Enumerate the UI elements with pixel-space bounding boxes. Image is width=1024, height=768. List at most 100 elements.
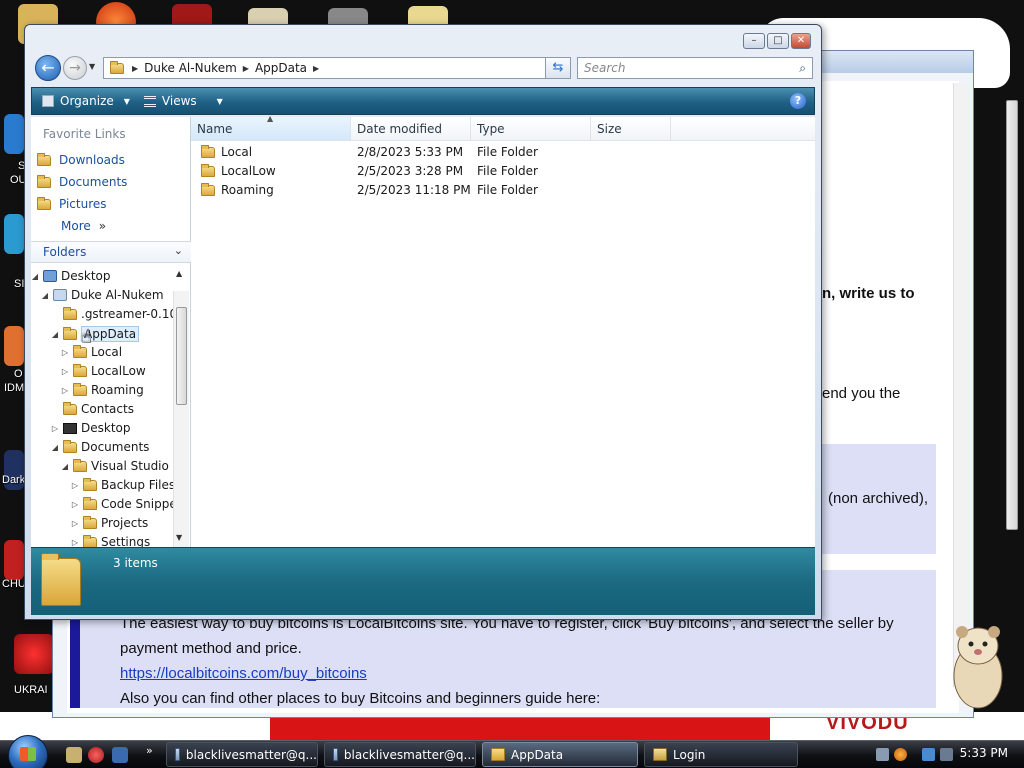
tray-network-icon[interactable]: [876, 748, 889, 761]
tree-desktop[interactable]: ◢ Desktop: [31, 269, 111, 283]
hamster-mascot-image: [953, 626, 1003, 709]
desktop-icon-s[interactable]: [4, 114, 24, 154]
collapsed-arrow-icon[interactable]: ▷: [61, 367, 69, 376]
expanded-arrow-icon[interactable]: ◢: [51, 443, 59, 452]
large-folder-icon: [41, 553, 81, 606]
desktop-icon-chu[interactable]: [4, 540, 24, 580]
key-icon: [653, 748, 667, 761]
file-name: Roaming: [221, 183, 274, 197]
desktop-icon-o[interactable]: [4, 326, 24, 366]
expanded-arrow-icon[interactable]: ◢: [41, 291, 49, 300]
column-header-size[interactable]: Size: [591, 117, 671, 141]
forward-button[interactable]: →: [63, 56, 87, 80]
maximize-button[interactable]: □: [767, 33, 789, 49]
tree-appdata[interactable]: ◢ AppData: [51, 326, 140, 342]
scroll-down-icon[interactable]: ▼: [176, 533, 182, 542]
file-date: 2/5/2023 3:28 PM: [357, 164, 464, 178]
collapsed-arrow-icon[interactable]: ▷: [71, 500, 79, 509]
file-row[interactable]: Local 2/8/2023 5:33 PM File Folder: [191, 143, 815, 162]
minimize-button[interactable]: –: [743, 33, 765, 49]
organize-button[interactable]: Organize ▼: [42, 94, 130, 108]
back-button[interactable]: ←: [35, 55, 61, 81]
taskbar-item-appdata[interactable]: AppData: [482, 742, 638, 767]
favorite-more[interactable]: More »: [61, 219, 106, 233]
folder-icon: [201, 145, 215, 158]
quicklaunch-icon-2[interactable]: [88, 747, 104, 763]
taskbar-item-mail-1[interactable]: blacklivesmatter@q...: [166, 742, 318, 767]
tree-code-snippets[interactable]: ▷ Code Snippe: [71, 496, 177, 511]
collapsed-arrow-icon[interactable]: ▷: [61, 386, 69, 395]
tree-contacts[interactable]: Contacts: [51, 401, 134, 416]
browser-scrollbar[interactable]: [953, 83, 969, 687]
tree-desktop-folder[interactable]: ▷ Desktop: [51, 421, 131, 435]
favorite-documents[interactable]: Documents: [37, 174, 127, 189]
refresh-button[interactable]: ⇆: [545, 57, 571, 79]
monitor-icon: [63, 422, 77, 434]
breadcrumb-separator-icon[interactable]: ▶: [132, 64, 138, 73]
tree-backup-files[interactable]: ▷ Backup Files: [71, 477, 175, 492]
breadcrumb-duke[interactable]: Duke Al-Nukem: [144, 61, 237, 75]
expanded-arrow-icon[interactable]: ◢: [51, 330, 59, 339]
collapsed-arrow-icon[interactable]: ▷: [61, 348, 69, 357]
column-header-name[interactable]: ▲ Name: [191, 114, 351, 141]
collapsed-arrow-icon[interactable]: ▷: [51, 424, 59, 433]
quicklaunch-icon-1[interactable]: [66, 747, 82, 763]
expanded-arrow-icon[interactable]: ◢: [61, 462, 69, 471]
task-label: blacklivesmatter@q...: [343, 747, 475, 762]
tree-gstreamer[interactable]: .gstreamer-0.10: [51, 306, 177, 321]
show-desktop-icon[interactable]: [112, 747, 128, 763]
address-bar[interactable]: ▶ Duke Al-Nukem ▶ AppData ▶ ▼: [103, 57, 567, 79]
explorer-window[interactable]: – □ ✕ ← → ▼ ▶ Duke Al-Nukem ▶ AppData ▶ …: [24, 24, 822, 620]
folder-icon: [110, 60, 124, 74]
arrow-left-icon: ←: [41, 58, 55, 77]
help-button[interactable]: ?: [790, 93, 806, 109]
collapse-chevron-icon[interactable]: ⌄: [174, 244, 183, 257]
file-row[interactable]: Roaming 2/5/2023 11:18 PM File Folder: [191, 181, 815, 200]
collapsed-arrow-icon[interactable]: ▷: [71, 538, 79, 547]
tree-label: LocalLow: [91, 364, 146, 378]
tray-search-icon[interactable]: [894, 748, 907, 761]
breadcrumb-separator-icon[interactable]: ▶: [313, 64, 319, 73]
favorite-label: Downloads: [59, 153, 125, 167]
collapsed-arrow-icon[interactable]: ▷: [71, 481, 79, 490]
taskbar-item-mail-2[interactable]: blacklivesmatter@q...: [324, 742, 476, 767]
tray-volume-icon[interactable]: [940, 748, 953, 761]
favorite-pictures[interactable]: Pictures: [37, 196, 107, 211]
close-button[interactable]: ✕: [791, 33, 811, 49]
desktop-icon-ukrai[interactable]: [14, 634, 54, 674]
column-header-date[interactable]: Date modified: [351, 117, 471, 141]
tree-roaming[interactable]: ▷ Roaming: [61, 382, 144, 397]
tree-scroll-thumb[interactable]: [176, 307, 187, 405]
tree-documents[interactable]: ◢ Documents: [51, 439, 149, 454]
file-row[interactable]: LocalLow 2/5/2023 3:28 PM File Folder: [191, 162, 815, 181]
search-icon[interactable]: ⌕: [799, 61, 806, 76]
tree-locallow[interactable]: ▷ LocalLow: [61, 363, 146, 378]
recent-pages-dropdown[interactable]: ▼: [89, 62, 95, 71]
tray-monitor-icon[interactable]: [922, 748, 935, 761]
favorite-downloads[interactable]: Downloads: [37, 152, 125, 167]
localbitcoins-link[interactable]: https://localbitcoins.com/buy_bitcoins: [120, 665, 367, 682]
breadcrumb-separator-icon[interactable]: ▶: [243, 64, 249, 73]
tree-local[interactable]: ▷ Local: [61, 344, 122, 359]
favorite-links-header: Favorite Links: [43, 127, 126, 141]
taskbar-item-login[interactable]: Login: [644, 742, 798, 767]
breadcrumb-appdata[interactable]: AppData: [255, 61, 307, 75]
tree-projects[interactable]: ▷ Projects: [71, 515, 148, 530]
column-header-type[interactable]: Type: [471, 117, 591, 141]
collapsed-arrow-icon[interactable]: ▷: [71, 519, 79, 528]
expanded-arrow-icon[interactable]: ◢: [31, 272, 39, 281]
quicklaunch-more-icon[interactable]: »: [146, 744, 153, 757]
browser-scroll-thumb[interactable]: [1006, 100, 1018, 530]
double-chevron-icon: »: [98, 219, 107, 233]
folders-header[interactable]: Folders ⌄: [31, 241, 191, 263]
hand-cursor-icon: ☝: [80, 326, 91, 347]
search-input[interactable]: Search ⌕: [577, 57, 813, 79]
tree-duke-al-nukem[interactable]: ◢ Duke Al-Nukem: [41, 288, 164, 302]
tree-visual-studio[interactable]: ◢ Visual Studio 2: [61, 458, 180, 473]
scroll-up-icon[interactable]: ▲: [176, 269, 182, 278]
desktop-icon-si[interactable]: [4, 214, 24, 254]
folders-header-label: Folders: [43, 245, 87, 259]
views-button[interactable]: Views ▼: [143, 94, 223, 108]
taskbar-clock[interactable]: 5:33 PM: [960, 746, 1008, 760]
navigation-pane: Favorite Links Downloads Documents Pictu…: [31, 117, 191, 565]
